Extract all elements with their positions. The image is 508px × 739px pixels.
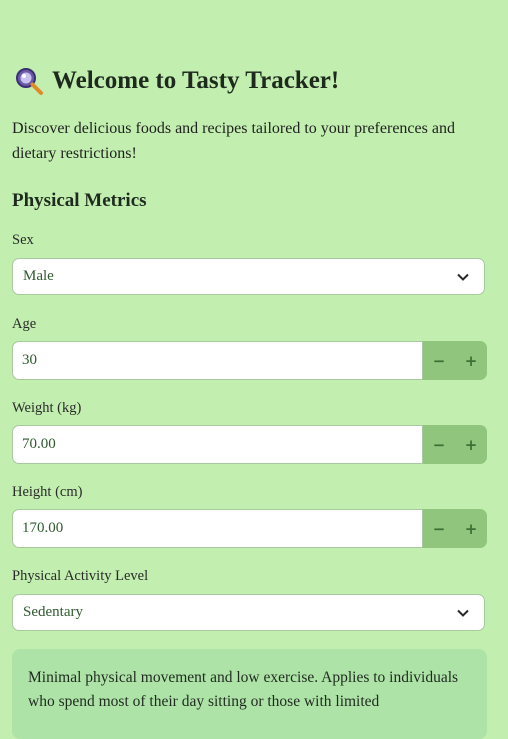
activity-value: Sedentary [23,604,83,620]
activity-select[interactable]: Sedentary [12,594,485,631]
age-increment-button[interactable]: + [455,341,487,380]
activity-label: Physical Activity Level [12,568,149,584]
age-decrement-button[interactable]: − [422,341,455,380]
age-stepper: 30 − + [12,341,487,380]
sex-select[interactable]: Male [12,258,485,295]
weight-decrement-button[interactable]: − [422,425,455,464]
height-increment-button[interactable]: + [455,509,487,548]
chevron-down-icon [457,609,469,617]
age-label: Age [12,316,37,332]
intro-text: Discover delicious foods and recipes tai… [12,120,455,162]
height-input[interactable]: 170.00 [12,509,422,548]
height-stepper: 170.00 − + [12,509,487,548]
height-label: Height (cm) [12,484,83,500]
header: Welcome to Tasty Tracker! [12,66,339,96]
sex-value: Male [23,268,54,284]
page-title: Welcome to Tasty Tracker! [52,67,340,94]
weight-increment-button[interactable]: + [455,425,487,464]
weight-stepper: 70.00 − + [12,425,487,464]
activity-info-box: Minimal physical movement and low exerci… [12,649,487,739]
section-title: Physical Metrics [12,190,147,211]
weight-label: Weight (kg) [12,400,82,416]
chevron-down-icon [457,273,469,281]
weight-input[interactable]: 70.00 [12,425,422,464]
height-decrement-button[interactable]: − [422,509,455,548]
age-input[interactable]: 30 [12,341,422,380]
magnifying-glass-icon [16,68,43,95]
activity-description: Minimal physical movement and low exerci… [28,669,459,710]
sex-label: Sex [12,232,34,248]
